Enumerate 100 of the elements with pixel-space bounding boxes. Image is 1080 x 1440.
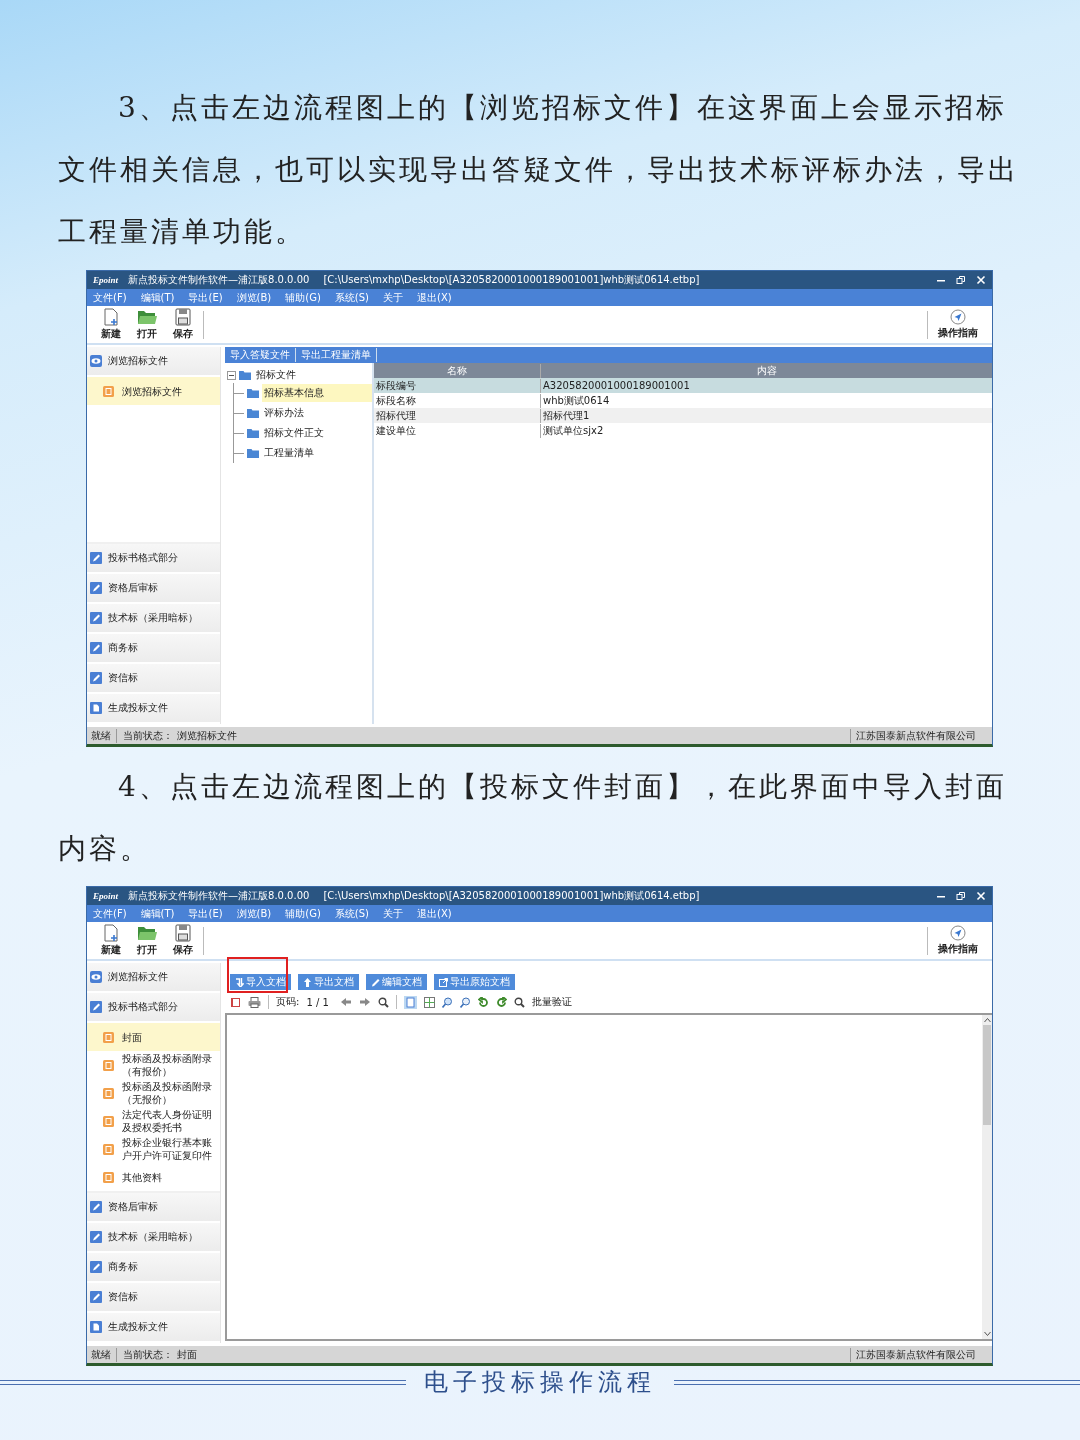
menu-item[interactable]: 文件(F) [93, 906, 127, 921]
sidebar-item[interactable]: 投标函及投标函附录（有报价） [87, 1051, 220, 1079]
magnifier-icon[interactable] [513, 996, 525, 1008]
menu-item[interactable]: 辅助(G) [285, 906, 321, 921]
menu-item[interactable]: 辅助(G) [285, 290, 321, 305]
page-icon [103, 1171, 114, 1183]
zoom-out-icon[interactable] [459, 996, 471, 1008]
sidebar-item[interactable]: 投标函及投标函附录（无报价） [87, 1079, 220, 1107]
toolbar-button[interactable]: 保存 [167, 924, 199, 957]
table-cell-text: whb测试0614 [542, 393, 611, 408]
menu-item[interactable]: 导出(E) [188, 290, 223, 305]
guide-button[interactable]: 操作指南 [932, 309, 984, 340]
sidebar-section[interactable]: 生成投标文件 [87, 1313, 220, 1343]
sidebar-section[interactable]: 商务标 [87, 1253, 220, 1283]
scroll-up-icon[interactable] [982, 1017, 992, 1023]
pencil-icon [90, 1291, 102, 1303]
sidebar-section[interactable]: 资信标 [87, 664, 220, 694]
table-row[interactable]: 标段编号 A3205820001000189001001 [374, 378, 992, 393]
scroll-down-icon[interactable] [982, 1331, 992, 1337]
sidebar-item[interactable]: 浏览招标文件 [87, 377, 220, 405]
page-icon [103, 1031, 114, 1043]
menu-item[interactable]: 编辑(T) [140, 290, 175, 305]
tree-item[interactable]: 工程量清单 [262, 444, 316, 462]
grid-icon[interactable] [423, 996, 435, 1008]
tree-item[interactable]: 评标办法 [262, 404, 306, 422]
tree-item[interactable]: 招标文件正文 [262, 424, 326, 442]
rotate-left-icon[interactable] [477, 996, 489, 1008]
sidebar-item[interactable]: 封面 [87, 1023, 220, 1051]
column-header: 内容 [755, 363, 778, 378]
sidebar-section[interactable]: 浏览招标文件 [87, 347, 220, 377]
table-cell-text: 测试单位sjx2 [542, 423, 605, 438]
toolbar-button[interactable]: 打开 [131, 308, 163, 341]
restore-icon[interactable] [956, 891, 966, 901]
arrow-right-icon[interactable] [358, 997, 371, 1007]
window-title: 新点投标文件制作软件—浦江版8.0.0.00 [128, 273, 310, 287]
magnifier-icon[interactable] [377, 996, 389, 1008]
sidebar-section[interactable]: 浏览招标文件 [87, 963, 220, 993]
action-tab[interactable]: 导入答疑文件 [225, 348, 296, 362]
table-cell: 标段名称 [374, 393, 541, 408]
app-logo: Epoint [93, 891, 118, 901]
page-icon [103, 1143, 114, 1155]
menu-item[interactable]: 系统(S) [334, 906, 369, 921]
sidebar-section[interactable]: 资格后审标 [87, 1193, 220, 1223]
sidebar-item[interactable]: 其他资料 [87, 1163, 220, 1191]
toolbar-button[interactable]: 打开 [131, 924, 163, 957]
toolbar-button[interactable]: 新建 [95, 924, 127, 957]
menu-item[interactable]: 导出(E) [188, 906, 223, 921]
menu-item[interactable]: 文件(F) [93, 290, 127, 305]
close-icon[interactable] [976, 275, 986, 285]
menu-item[interactable]: 关于 [383, 290, 403, 305]
tree-item[interactable]: 招标基本信息 [262, 384, 372, 402]
table-row[interactable]: 建设单位 测试单位sjx2 [374, 423, 992, 438]
folder-icon [247, 428, 259, 438]
zoom-in-icon[interactable] [441, 996, 453, 1008]
menu-item[interactable]: 退出(X) [417, 906, 452, 921]
close-icon[interactable] [976, 891, 986, 901]
sidebar-section[interactable]: 资格后审标 [87, 574, 220, 604]
sidebar-section[interactable]: 投标书格式部分 [87, 544, 220, 574]
scroll-thumb[interactable] [983, 1025, 991, 1125]
table-row[interactable]: 标段名称 whb测试0614 [374, 393, 992, 408]
folder-icon [137, 308, 157, 326]
page-number: 1 / 1 [306, 996, 329, 1008]
eye-icon [90, 971, 102, 983]
tree-item[interactable]: 招标文件 [254, 366, 298, 384]
collapse-icon[interactable] [227, 370, 236, 380]
rotate-right-icon[interactable] [495, 996, 507, 1008]
sidebar-section[interactable]: 生成投标文件 [87, 694, 220, 724]
toolbar-button[interactable]: 保存 [167, 308, 199, 341]
folder-icon [247, 448, 259, 458]
company-name: 江苏国泰新点软件有限公司 [850, 1347, 988, 1362]
page-icon [103, 1115, 114, 1127]
sidebar-item[interactable]: 投标企业银行基本账户开户许可证复印件 [87, 1135, 220, 1163]
toolbar-button[interactable]: 新建 [95, 308, 127, 341]
menu-item[interactable]: 编辑(T) [140, 906, 175, 921]
page-icon [103, 385, 114, 397]
scrollbar[interactable] [982, 1015, 992, 1339]
sidebar-section[interactable]: 技术标（采用暗标） [87, 1223, 220, 1253]
paragraph: 4、点击左边流程图上的【投标文件封面】，在此界面中导入封面内容。 [58, 769, 1008, 867]
restore-icon[interactable] [956, 275, 966, 285]
menu-item[interactable]: 浏览(B) [236, 290, 272, 305]
arrow-left-icon[interactable] [339, 997, 352, 1007]
menu-item[interactable]: 系统(S) [334, 290, 369, 305]
menu-item[interactable]: 退出(X) [417, 290, 452, 305]
sidebar-section[interactable]: 商务标 [87, 634, 220, 664]
action-tab[interactable]: 导出工程量清单 [296, 348, 377, 362]
sidebar-section[interactable]: 技术标（采用暗标） [87, 604, 220, 634]
upload-arrow-icon [303, 977, 312, 987]
printer-icon[interactable] [248, 996, 261, 1008]
sidebar-section[interactable]: 资信标 [87, 1283, 220, 1313]
menu-item[interactable]: 浏览(B) [236, 906, 272, 921]
pencil-icon [90, 1261, 102, 1273]
folder-icon [247, 388, 259, 398]
document-icon [90, 702, 102, 714]
guide-button[interactable]: 操作指南 [932, 925, 984, 956]
sidebar-item[interactable]: 法定代表人身份证明及授权委托书 [87, 1107, 220, 1135]
table-row[interactable]: 招标代理 招标代理1 [374, 408, 992, 423]
verify-button[interactable]: 批量验证 [531, 995, 572, 1009]
pencil-icon [90, 1201, 102, 1213]
menu-item[interactable]: 关于 [383, 906, 403, 921]
sidebar-section[interactable]: 投标书格式部分 [87, 993, 220, 1023]
